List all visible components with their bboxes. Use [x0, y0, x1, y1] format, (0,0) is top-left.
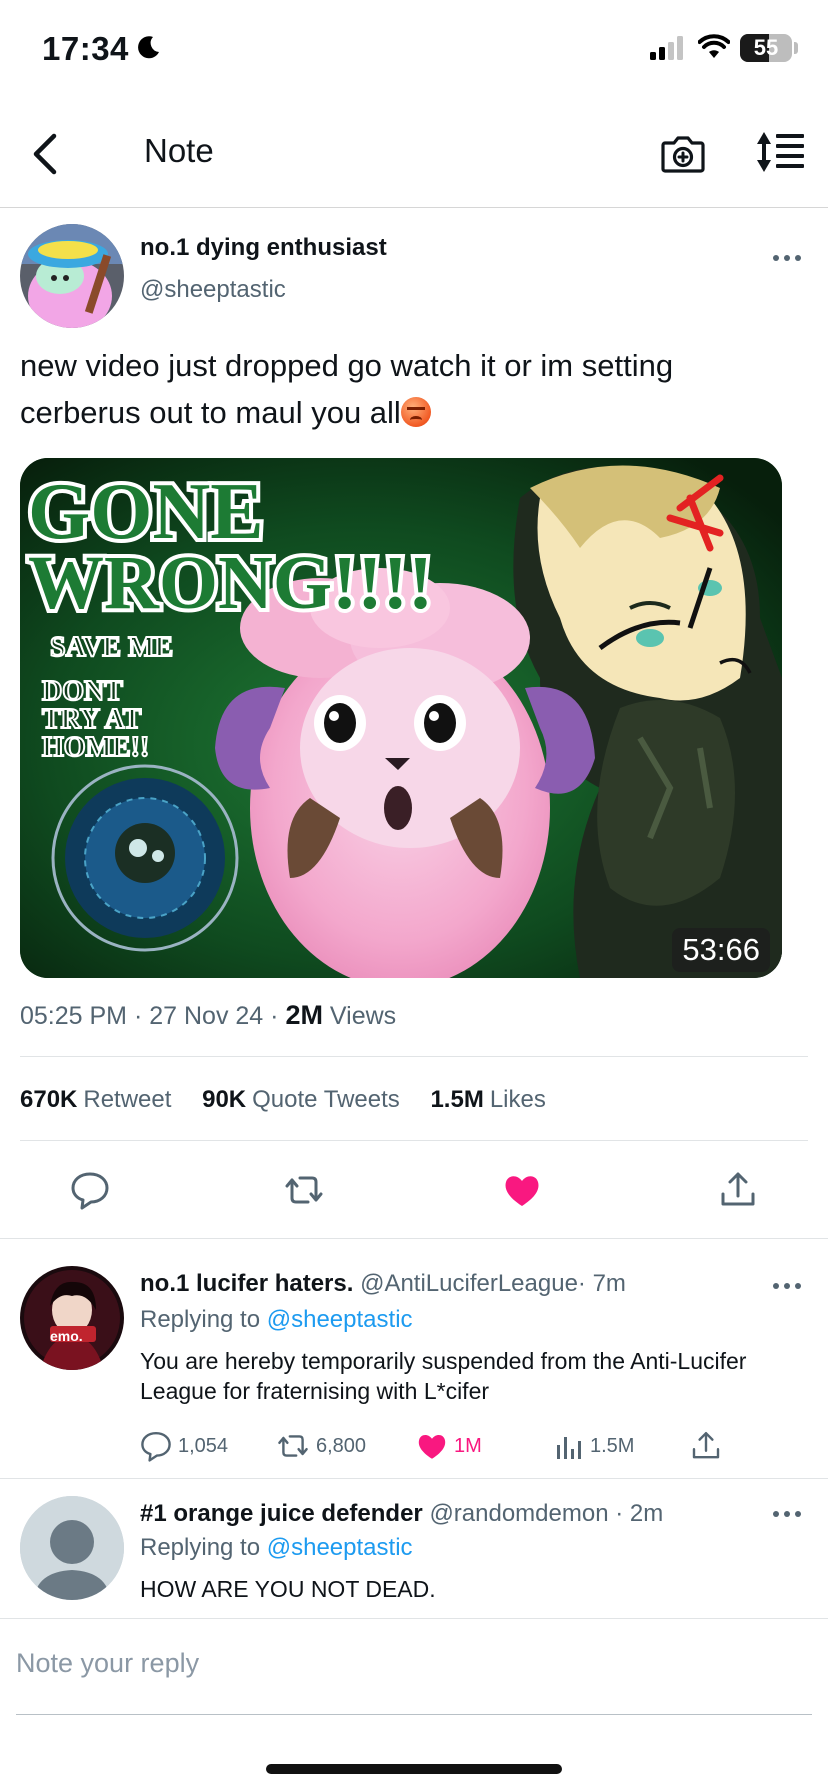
- meta-separator: ·: [270, 1002, 286, 1030]
- reply-retweet-count: 6,800: [316, 1434, 367, 1457]
- share-icon: [692, 1432, 720, 1459]
- battery-percentage: 55: [753, 35, 779, 60]
- reply-icon[interactable]: [70, 1170, 110, 1210]
- home-indicator[interactable]: [266, 1764, 562, 1774]
- divider: [0, 1238, 828, 1239]
- thumbnail-title-line2: WRONG!!!!: [28, 541, 433, 625]
- video-thumbnail-art: GONE GONE WRONG!!!! WRONG!!!! SAVE ME DO…: [20, 458, 782, 978]
- quotes-stat[interactable]: 90K Quote Tweets: [202, 1086, 400, 1113]
- like-heart-filled-icon: [418, 1434, 446, 1459]
- author-display-name[interactable]: no.1 dying enthusiast: [140, 234, 387, 262]
- retweets-stat[interactable]: 670K Retweet: [20, 1086, 171, 1113]
- reply-views-count: 1.5M: [590, 1434, 635, 1457]
- replying-to-label: Replying to: [140, 1306, 261, 1333]
- replying-to-link[interactable]: @sheeptastic: [267, 1534, 413, 1561]
- reply-author[interactable]: no.1 lucifer haters. @AntiLuciferLeague·…: [140, 1270, 626, 1298]
- like-heart-filled-icon[interactable]: [502, 1170, 542, 1210]
- battery-indicator: 55: [740, 34, 792, 62]
- reply-replies-count: 1,054: [178, 1434, 229, 1457]
- retweets-label: Retweet: [83, 1086, 172, 1113]
- post-time: 05:25 PM: [20, 1002, 128, 1030]
- post-text: new video just dropped go watch it or im…: [20, 342, 800, 436]
- share-icon[interactable]: [718, 1170, 758, 1210]
- views-chart-icon: [557, 1437, 581, 1459]
- replying-to: Replying to @sheeptastic: [140, 1534, 413, 1562]
- divider: [20, 1056, 808, 1057]
- default-avatar[interactable]: [20, 1496, 124, 1600]
- reply-handle: @randomdemon: [429, 1500, 609, 1527]
- page-title: Note: [144, 132, 214, 169]
- replying-to: Replying to @sheeptastic: [140, 1306, 413, 1334]
- engagement-stats: 670K Retweet 90K Quote Tweets 1.5M Likes: [20, 1086, 570, 1114]
- more-options-icon[interactable]: [772, 1280, 802, 1292]
- reply-time: · 7m: [577, 1270, 626, 1297]
- video-thumbnail[interactable]: GONE GONE WRONG!!!! WRONG!!!! SAVE ME DO…: [20, 458, 782, 978]
- retweet-icon[interactable]: [284, 1170, 324, 1210]
- divider: [0, 1618, 828, 1619]
- more-options-icon[interactable]: [772, 252, 802, 264]
- camera-plus-icon[interactable]: [660, 130, 706, 176]
- status-bar: 17:34 55: [0, 0, 828, 100]
- thumbnail-caption-save-me: SAVE ME: [50, 632, 173, 663]
- battery-tip: [794, 42, 798, 54]
- reply-text: You are hereby temporarily suspended fro…: [140, 1348, 747, 1404]
- chevron-left-icon[interactable]: [26, 130, 66, 178]
- divider: [20, 1140, 808, 1141]
- author-handle[interactable]: @sheeptastic: [140, 276, 286, 304]
- wifi-icon: [698, 34, 730, 58]
- reply-like-button[interactable]: 1M: [416, 1430, 482, 1462]
- retweets-count: 670K: [20, 1086, 78, 1113]
- reply-icon: [141, 1432, 171, 1462]
- likes-label: Likes: [489, 1086, 546, 1113]
- post-date: 27 Nov 24: [149, 1002, 264, 1030]
- reply-handle: @AntiLuciferLeague: [360, 1270, 578, 1297]
- divider: [0, 1478, 828, 1479]
- post-text-content: new video just dropped go watch it or im…: [20, 348, 674, 430]
- author-avatar[interactable]: [20, 224, 124, 328]
- quotes-label: Quote Tweets: [252, 1086, 400, 1113]
- person-placeholder-icon: [20, 1496, 124, 1600]
- cellular-signal-icon: [650, 36, 683, 60]
- reply-replies-button[interactable]: 1,054: [140, 1430, 228, 1462]
- sort-list-icon[interactable]: [754, 130, 806, 174]
- status-time: 17:34: [42, 30, 129, 67]
- post-meta: 05:25 PM · 27 Nov 24 · 2M Views: [20, 1000, 396, 1031]
- reply-input[interactable]: Note your reply: [16, 1648, 199, 1679]
- views-label: Views: [329, 1002, 397, 1030]
- reply-input-underline: [16, 1714, 812, 1715]
- reply-like-count: 1M: [454, 1434, 482, 1457]
- replying-to-link[interactable]: @sheeptastic: [267, 1306, 413, 1333]
- likes-stat[interactable]: 1.5M Likes: [430, 1086, 545, 1113]
- thumbnail-caption-try-at: TRY AT: [42, 704, 142, 735]
- reply-views-button[interactable]: 1.5M: [554, 1430, 634, 1462]
- replying-to-label: Replying to: [140, 1534, 261, 1561]
- likes-count: 1.5M: [430, 1086, 484, 1113]
- reply-retweet-button[interactable]: 6,800: [276, 1430, 366, 1462]
- more-options-icon[interactable]: [772, 1508, 802, 1520]
- meta-separator: ·: [133, 1002, 150, 1030]
- reply-text: HOW ARE YOU NOT DEAD.: [140, 1576, 436, 1602]
- navigation-bar: Note: [0, 100, 828, 208]
- moon-icon: [138, 36, 159, 59]
- quotes-count: 90K: [202, 1086, 247, 1113]
- views-count: 2M: [285, 1000, 323, 1030]
- reply-time: · 2m: [615, 1500, 664, 1527]
- angry-face-emoji-icon: [400, 397, 431, 427]
- retweet-icon: [278, 1435, 308, 1457]
- thumbnail-caption-home: HOME!!: [42, 732, 149, 763]
- reply-display-name: #1 orange juice defender: [140, 1500, 423, 1527]
- thumbnail-caption-dont: DONT: [42, 676, 123, 707]
- reply-author[interactable]: #1 orange juice defender @randomdemon · …: [140, 1500, 663, 1528]
- avatar-badge: emo.: [50, 1328, 83, 1344]
- reply-share-button[interactable]: [690, 1430, 722, 1462]
- reply-display-name: no.1 lucifer haters.: [140, 1270, 354, 1297]
- video-duration-badge: 53:66: [672, 928, 770, 972]
- reply-avatar[interactable]: emo.: [20, 1266, 124, 1370]
